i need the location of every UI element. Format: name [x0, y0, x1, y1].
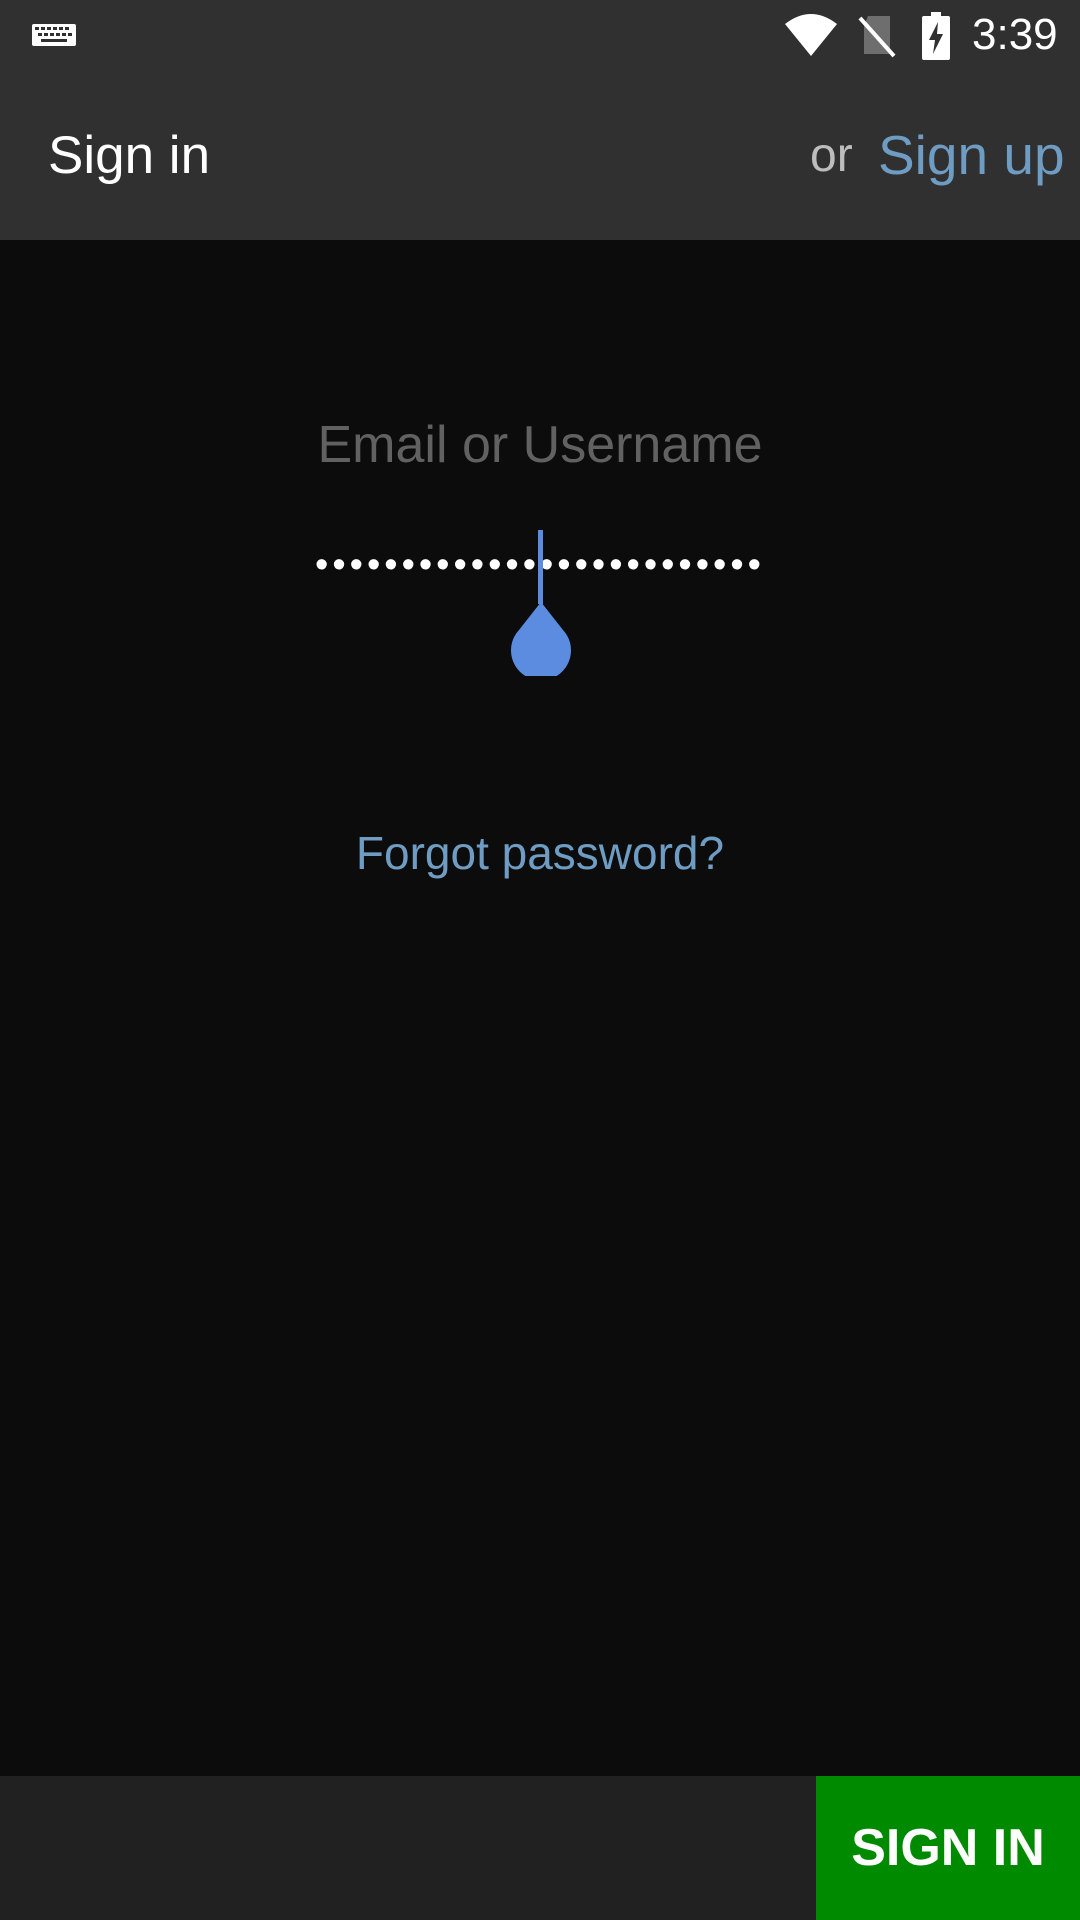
battery-charging-icon	[922, 12, 950, 60]
sign-in-button[interactable]: SIGN IN	[816, 1776, 1080, 1920]
username-input[interactable]	[270, 400, 810, 490]
sign-up-link[interactable]: Sign up	[878, 122, 1065, 188]
cursor-handle[interactable]	[510, 600, 572, 676]
sign-in-screen: 3:39 Sign in or Sign up ••••••••••••••••…	[0, 0, 1080, 1920]
app-bar: Sign in or Sign up	[0, 72, 1080, 240]
no-sim-icon	[858, 16, 896, 58]
bottom-bar: SIGN IN	[0, 1776, 1080, 1920]
status-time: 3:39	[972, 10, 1058, 59]
or-label: or	[810, 129, 853, 182]
forgot-password-link[interactable]: Forgot password?	[240, 820, 840, 886]
keyboard-icon	[32, 24, 76, 46]
status-bar: 3:39	[0, 0, 1080, 72]
wifi-icon	[785, 14, 837, 56]
page-title: Sign in	[48, 126, 211, 185]
text-cursor	[538, 530, 543, 604]
